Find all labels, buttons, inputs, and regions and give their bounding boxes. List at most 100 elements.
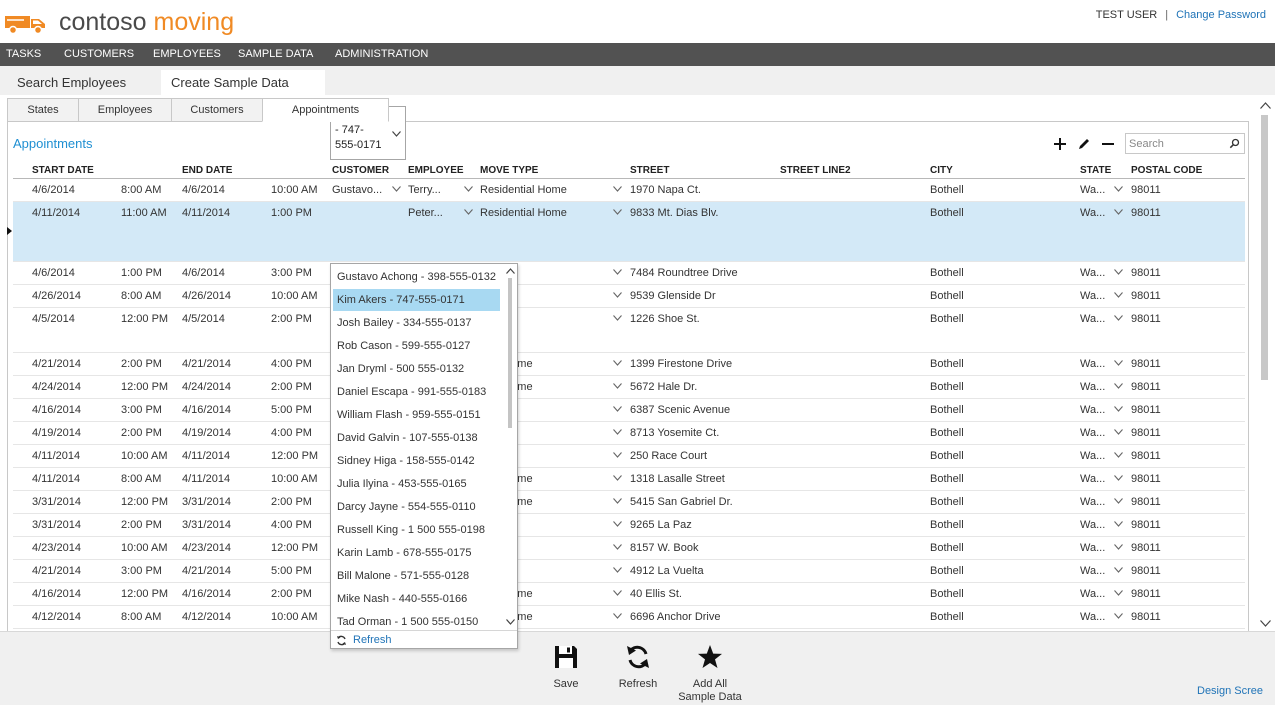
tab-states[interactable]: States [7, 98, 79, 122]
col-state[interactable]: STATE [1080, 165, 1111, 176]
state-chevron-icon[interactable] [1114, 567, 1123, 573]
screen-tab-create-sample-data[interactable]: Create Sample Data [161, 70, 325, 95]
move-type-chevron-icon[interactable] [613, 429, 622, 435]
screen-tab-search-employees[interactable]: Search Employees [7, 70, 136, 95]
state-chevron-icon[interactable] [1114, 429, 1123, 435]
table-row[interactable]: 3/31/201412:00 PM3/31/20142:00 PMntial H… [13, 491, 1245, 514]
dropdown-scrollbar[interactable] [504, 264, 517, 630]
dropdown-option[interactable]: Mike Nash - 440-555-0166 [333, 588, 500, 610]
employee-chevron-icon[interactable] [464, 209, 473, 215]
table-row[interactable]: 4/16/201412:00 PM4/16/20142:00 PMntial H… [13, 583, 1245, 606]
move-type-chevron-icon[interactable] [613, 544, 622, 550]
state-chevron-icon[interactable] [1114, 269, 1123, 275]
customer-chevron-icon[interactable] [392, 186, 401, 192]
change-password-link[interactable]: Change Password [1176, 9, 1266, 21]
move-type-chevron-icon[interactable] [613, 567, 622, 573]
col-street[interactable]: STREET [630, 165, 669, 176]
nav-employees[interactable]: EMPLOYEES [153, 43, 221, 66]
dropdown-option[interactable]: David Galvin - 107-555-0138 [333, 427, 500, 449]
col-postal-code[interactable]: POSTAL CODE [1131, 165, 1202, 176]
chevron-down-icon[interactable] [506, 619, 515, 625]
state-chevron-icon[interactable] [1114, 209, 1123, 215]
plus-icon[interactable] [1053, 137, 1067, 151]
nav-customers[interactable]: CUSTOMERS [64, 43, 134, 66]
table-row[interactable]: 4/5/201412:00 PM4/5/20142:00 PMent1226 S… [13, 308, 1245, 353]
col-customer[interactable]: CUSTOMER [332, 165, 389, 176]
chevron-up-icon[interactable] [506, 268, 515, 274]
tab-employees[interactable]: Employees [78, 98, 172, 122]
dropdown-option[interactable]: Josh Bailey - 334-555-0137 [333, 312, 500, 334]
add-all-sample-data-button[interactable]: Add All Sample Data [674, 644, 746, 704]
col-city[interactable]: CITY [930, 165, 953, 176]
dropdown-scroll-thumb[interactable] [508, 278, 512, 428]
pencil-icon[interactable] [1077, 137, 1091, 151]
move-type-chevron-icon[interactable] [613, 498, 622, 504]
dropdown-option[interactable]: Rob Cason - 599-555-0127 [333, 335, 500, 357]
save-button[interactable]: Save [530, 644, 602, 691]
dropdown-option[interactable]: William Flash - 959-555-0151 [333, 404, 500, 426]
col-move-type[interactable]: MOVE TYPE [480, 165, 538, 176]
chevron-down-icon[interactable] [1260, 620, 1271, 627]
move-type-chevron-icon[interactable] [613, 590, 622, 596]
state-chevron-icon[interactable] [1114, 292, 1123, 298]
table-row[interactable]: 4/16/20143:00 PM4/16/20145:00 PMs6387 Sc… [13, 399, 1245, 422]
move-type-chevron-icon[interactable] [613, 613, 622, 619]
move-type-chevron-icon[interactable] [613, 406, 622, 412]
dropdown-option[interactable]: Tad Orman - 1 500 555-0150 [333, 611, 500, 630]
table-row[interactable]: 4/6/2014 8:00 AM 4/6/2014 10:00 AM Gustavo..… [13, 179, 1245, 202]
table-row[interactable]: 4/12/20148:00 AM4/12/201410:00 AMntial H… [13, 606, 1245, 629]
search-icon[interactable] [1229, 138, 1240, 149]
chevron-down-icon[interactable] [392, 131, 401, 137]
state-chevron-icon[interactable] [1114, 186, 1123, 192]
state-chevron-icon[interactable] [1114, 383, 1123, 389]
dropdown-option[interactable]: Gustavo Achong - 398-555-0132 [333, 266, 500, 288]
move-type-chevron-icon[interactable] [613, 292, 622, 298]
chevron-up-icon[interactable] [1260, 102, 1271, 109]
table-row[interactable]: 4/23/201410:00 AM4/23/201412:00 PMent815… [13, 537, 1245, 560]
table-row[interactable]: 4/11/20148:00 AM4/11/201410:00 AMntial H… [13, 468, 1245, 491]
state-chevron-icon[interactable] [1114, 521, 1123, 527]
dropdown-option[interactable]: Russell King - 1 500 555-0198 [333, 519, 500, 541]
move-type-chevron-icon[interactable] [613, 186, 622, 192]
tab-appointments[interactable]: Appointments [262, 98, 389, 122]
state-chevron-icon[interactable] [1114, 452, 1123, 458]
state-chevron-icon[interactable] [1114, 613, 1123, 619]
col-start-date[interactable]: START DATE [32, 165, 94, 176]
table-row[interactable]: 4/11/201410:00 AM4/11/201412:00 PMent250… [13, 445, 1245, 468]
design-screen-link[interactable]: Design Scree [1197, 685, 1263, 697]
move-type-chevron-icon[interactable] [613, 521, 622, 527]
refresh-button[interactable]: Refresh [602, 644, 674, 691]
table-row[interactable]: 4/21/20142:00 PM4/21/20144:00 PMntial Ho… [13, 353, 1245, 376]
table-row[interactable]: 3/31/20142:00 PM3/31/20144:00 PMs9265 La… [13, 514, 1245, 537]
dropdown-option[interactable]: Kim Akers - 747-555-0171 [333, 289, 500, 311]
minus-icon[interactable] [1101, 137, 1115, 151]
main-scrollbar[interactable] [1256, 95, 1275, 631]
move-type-chevron-icon[interactable] [613, 269, 622, 275]
table-row[interactable]: 4/21/20143:00 PM4/21/20145:00 PMent4912 … [13, 560, 1245, 583]
move-type-chevron-icon[interactable] [613, 315, 622, 321]
dropdown-option[interactable]: Darcy Jayne - 554-555-0110 [333, 496, 500, 518]
move-type-chevron-icon[interactable] [613, 360, 622, 366]
state-chevron-icon[interactable] [1114, 498, 1123, 504]
move-type-chevron-icon[interactable] [613, 475, 622, 481]
table-row[interactable]: 4/19/20142:00 PM4/19/20144:00 PMent8713 … [13, 422, 1245, 445]
nav-sample-data[interactable]: SAMPLE DATA [238, 43, 313, 66]
main-scroll-thumb[interactable] [1261, 115, 1268, 380]
table-row[interactable]: 4/6/20141:00 PM4/6/20143:00 PMs7484 Roun… [13, 262, 1245, 285]
dropdown-option[interactable]: Jan Dryml - 500 555-0132 [333, 358, 500, 380]
refresh-icon[interactable] [336, 635, 347, 646]
dropdown-refresh-link[interactable]: Refresh [353, 634, 392, 646]
state-chevron-icon[interactable] [1114, 360, 1123, 366]
dropdown-option[interactable]: Daniel Escapa - 991-555-0183 [333, 381, 500, 403]
col-employee[interactable]: EMPLOYEE [408, 165, 464, 176]
nav-administration[interactable]: ADMINISTRATION [335, 43, 428, 66]
state-chevron-icon[interactable] [1114, 315, 1123, 321]
move-type-chevron-icon[interactable] [613, 209, 622, 215]
dropdown-option[interactable]: Julia Ilyina - 453-555-0165 [333, 473, 500, 495]
state-chevron-icon[interactable] [1114, 406, 1123, 412]
table-row[interactable]: 4/24/201412:00 PM4/24/20142:00 PMntial H… [13, 376, 1245, 399]
dropdown-option[interactable]: Sidney Higa - 158-555-0142 [333, 450, 500, 472]
state-chevron-icon[interactable] [1114, 475, 1123, 481]
nav-tasks[interactable]: TASKS [6, 43, 41, 66]
search-input[interactable] [1129, 136, 1227, 151]
